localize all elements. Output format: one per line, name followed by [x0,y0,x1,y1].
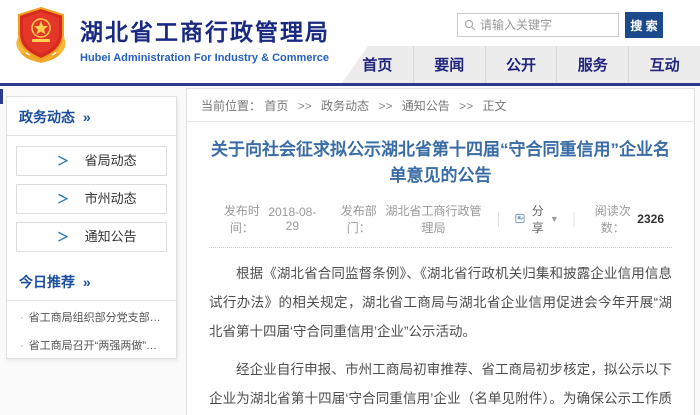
list-item[interactable]: ·省工商局组织部分党支部赴扶贫驻点... [20,304,167,332]
sidebar-item-notices[interactable]: ＞ 通知公告 [16,222,167,252]
site-subtitle: Hubei Administration For Industry & Comm… [80,52,330,64]
list-item[interactable]: ·省工商局召开“两强两做”行动交流... [20,332,167,359]
left-accent-bar [0,89,3,104]
sidebar-section-recommend-title: 今日推荐 » [7,262,176,301]
breadcrumb: 当前位置： 首页 >> 政务动态 >> 通知公告 >> 正文 [187,89,694,122]
meta-divider: │ [495,212,503,226]
breadcrumb-label: 当前位置： [201,99,261,113]
breadcrumb-home[interactable]: 首页 [264,99,288,113]
sidebar: 政务动态 » ＞ 省局动态 ＞ 市州动态 ＞ 通知公告 今日推荐 » ·省工商局… [6,96,177,359]
more-chevrons-icon: » [83,109,91,125]
caret-down-icon: ▼ [550,214,559,224]
publish-department: 发布部门： 湖北省工商行政管理局 [334,202,484,236]
nav-item-services[interactable]: 服务 [556,46,628,83]
sidebar-item-city-news[interactable]: ＞ 市州动态 [16,184,167,214]
saic-emblem-logo-icon[interactable] [12,6,70,64]
breadcrumb-current: 正文 [483,99,507,113]
breadcrumb-separator: >> [378,99,392,113]
read-count-value: 2326 [637,212,664,226]
breadcrumb-gov-news[interactable]: 政务动态 [321,99,369,113]
publish-time: 发布时间： 2018-08-29 [217,202,318,236]
dotted-divider [209,247,672,248]
breadcrumb-separator: >> [459,99,473,113]
paragraph-2: 经企业自行申报、市州工商局初审推荐、省工商局初步核定，拟公示以下企业为湖北省第十… [209,355,672,415]
search-input[interactable] [480,18,610,32]
search-button[interactable]: 搜 索 [625,12,663,38]
sidebar-news-items: ＞ 省局动态 ＞ 市州动态 ＞ 通知公告 [7,136,176,262]
sidebar-section-news-title: 政务动态 » [7,97,176,136]
sidebar-recommend-list: ·省工商局组织部分党支部赴扶贫驻点... ·省工商局召开“两强两做”行动交流..… [7,301,176,359]
chevron-right-icon: ＞ [57,192,69,206]
sidebar-item-provincial-news[interactable]: ＞ 省局动态 [16,146,167,176]
main-nav: 首页 要闻 公开 服务 互动 [342,46,700,83]
article-body: 根据《湖北省合同监督条例》、《湖北省行政机关归集和披露企业信用信息试行办法》的相… [209,259,672,415]
breadcrumb-notices[interactable]: 通知公告 [402,99,450,113]
main-content: 当前位置： 首页 >> 政务动态 >> 通知公告 >> 正文 关于向社会征求拟公… [186,88,695,415]
bullet-icon: · [20,312,24,324]
nav-item-public[interactable]: 公开 [485,46,557,83]
share-button[interactable]: 分享 ▼ [515,202,559,236]
chevron-right-icon: ＞ [57,154,69,168]
share-icon [515,212,525,225]
article-title: 关于向社会征求拟公示湖北省第十四届“守合同重信用”企业名单意见的公告 [209,137,672,190]
meta-divider: │ [571,212,579,226]
site-header: 湖北省工商行政管理局 Hubei Administration For Indu… [0,0,700,86]
chevron-right-icon: ＞ [57,230,69,244]
site-brand: 湖北省工商行政管理局 Hubei Administration For Indu… [80,13,330,64]
search-field[interactable] [457,13,619,37]
nav-item-news[interactable]: 要闻 [413,46,485,83]
search-icon [464,19,476,31]
site-search: 搜 索 [457,12,663,38]
nav-item-home[interactable]: 首页 [342,46,413,83]
site-title: 湖北省工商行政管理局 [80,13,330,47]
more-chevrons-icon: » [83,274,91,290]
breadcrumb-separator: >> [298,99,312,113]
article: 关于向社会征求拟公示湖北省第十四届“守合同重信用”企业名单意见的公告 发布时间：… [187,137,694,415]
article-meta: 发布时间： 2018-08-29 发布部门： 湖北省工商行政管理局 │ 分享 ▼… [209,202,672,236]
paragraph-1: 根据《湖北省合同监督条例》、《湖北省行政机关归集和披露企业信用信息试行办法》的相… [209,259,672,346]
read-count: 阅读次数： 2326 [590,202,664,236]
nav-item-interaction[interactable]: 互动 [628,46,700,83]
bullet-icon: · [20,340,24,352]
